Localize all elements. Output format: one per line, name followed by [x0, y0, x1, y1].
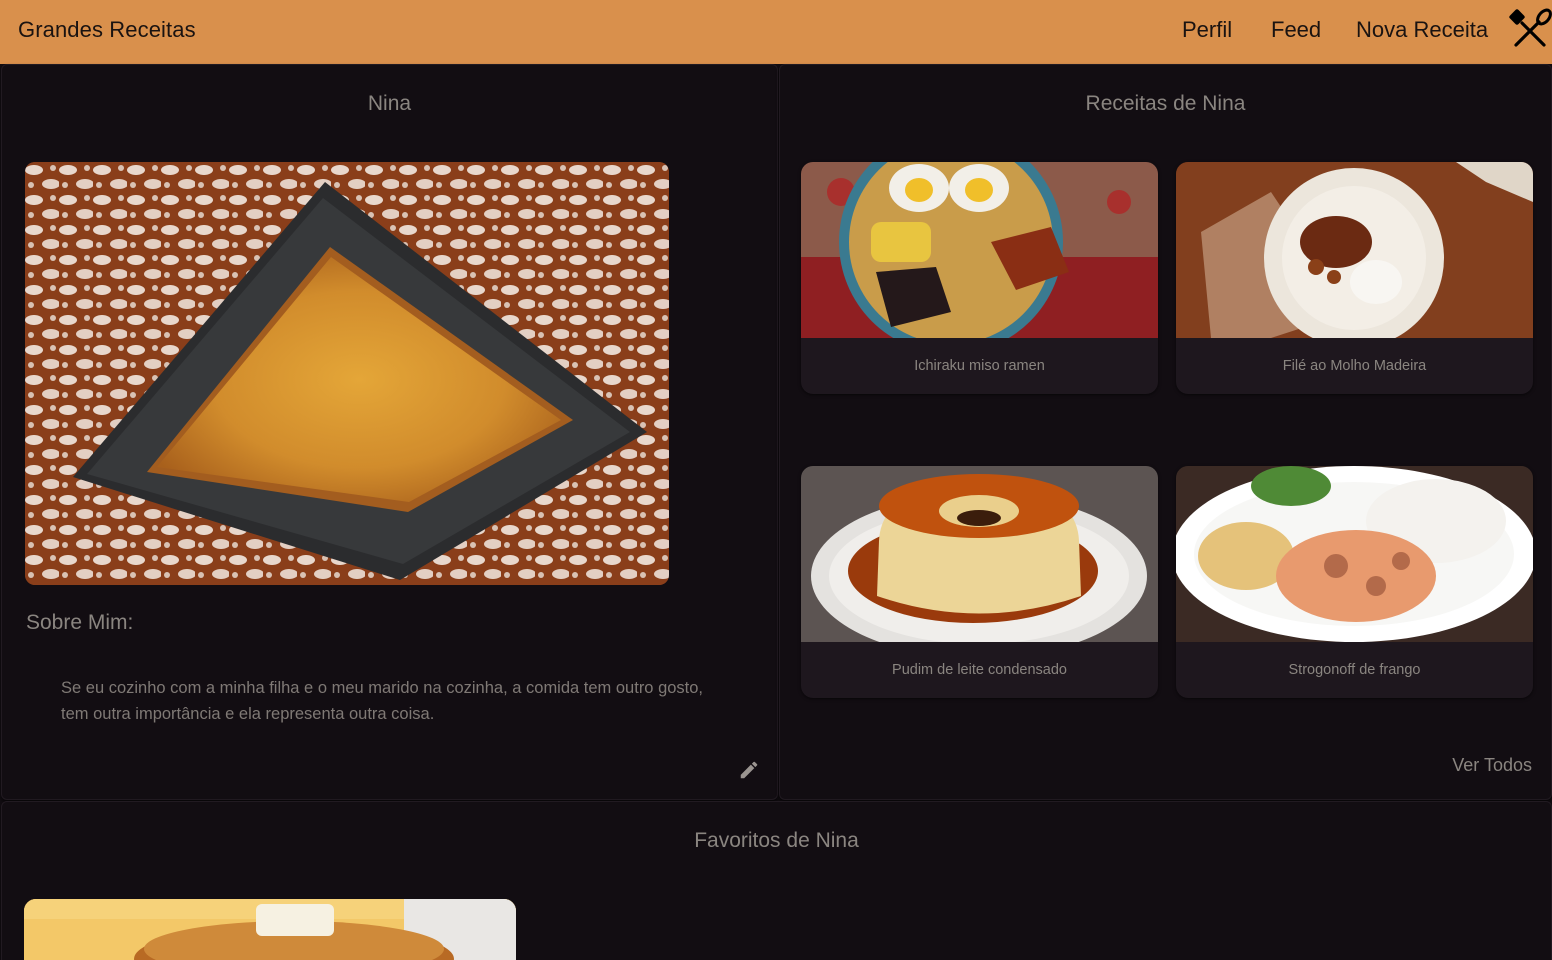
top-navbar: Grandes Receitas Perfil Feed Nova Receit…	[0, 0, 1552, 64]
recipe-card-label: Filé ao Molho Madeira	[1282, 358, 1427, 374]
recipe-card-label: Pudim de leite condensado	[892, 662, 1067, 678]
recipe-card-strogonoff[interactable]: Strogonoff de frango	[1176, 466, 1533, 698]
profile-panel: Nina Sobre Mim: Se eu cozinho com a minh…	[1, 64, 778, 800]
lasagna-tray-photo	[25, 162, 669, 585]
recipe-card-pudim[interactable]: Pudim de leite condensado	[801, 466, 1158, 698]
recipe-card-file-madeira[interactable]: Filé ao Molho Madeira	[1176, 162, 1533, 394]
recipe-card-ramen[interactable]: Ichiraku miso ramen	[801, 162, 1158, 394]
nav-nova-receita-link[interactable]: Nova Receita	[1356, 17, 1488, 43]
pencil-icon[interactable]	[738, 759, 760, 781]
nav-perfil-link[interactable]: Perfil	[1182, 17, 1232, 43]
about-heading: Sobre Mim:	[26, 611, 134, 634]
strogonoff-plate-photo	[1176, 466, 1533, 642]
nav-feed-link[interactable]: Feed	[1271, 17, 1321, 43]
favorite-card-pancakes[interactable]	[24, 899, 516, 960]
steak-plate-photo	[1176, 162, 1533, 338]
favorites-title: Favoritos de Nina	[694, 829, 859, 852]
favorites-panel: Favoritos de Nina	[1, 801, 1552, 960]
pancakes-photo	[24, 899, 516, 960]
recipes-title: Receitas de Nina	[1085, 92, 1246, 115]
recipe-card-label: Ichiraku miso ramen	[914, 358, 1045, 374]
see-all-link[interactable]: Ver Todos	[1452, 755, 1532, 776]
recipes-panel: Receitas de Nina Ichiraku miso ramen Fil…	[779, 64, 1552, 800]
crossed-spatula-whisk-icon[interactable]	[1508, 8, 1552, 50]
brand-link[interactable]: Grandes Receitas	[18, 17, 196, 43]
flan-pudding-photo	[801, 466, 1158, 642]
ramen-bowl-photo	[801, 162, 1158, 338]
recipe-card-label: Strogonoff de frango	[1288, 662, 1421, 678]
profile-name: Nina	[367, 92, 412, 115]
about-text: Se eu cozinho com a minha filha e o meu …	[61, 679, 704, 723]
